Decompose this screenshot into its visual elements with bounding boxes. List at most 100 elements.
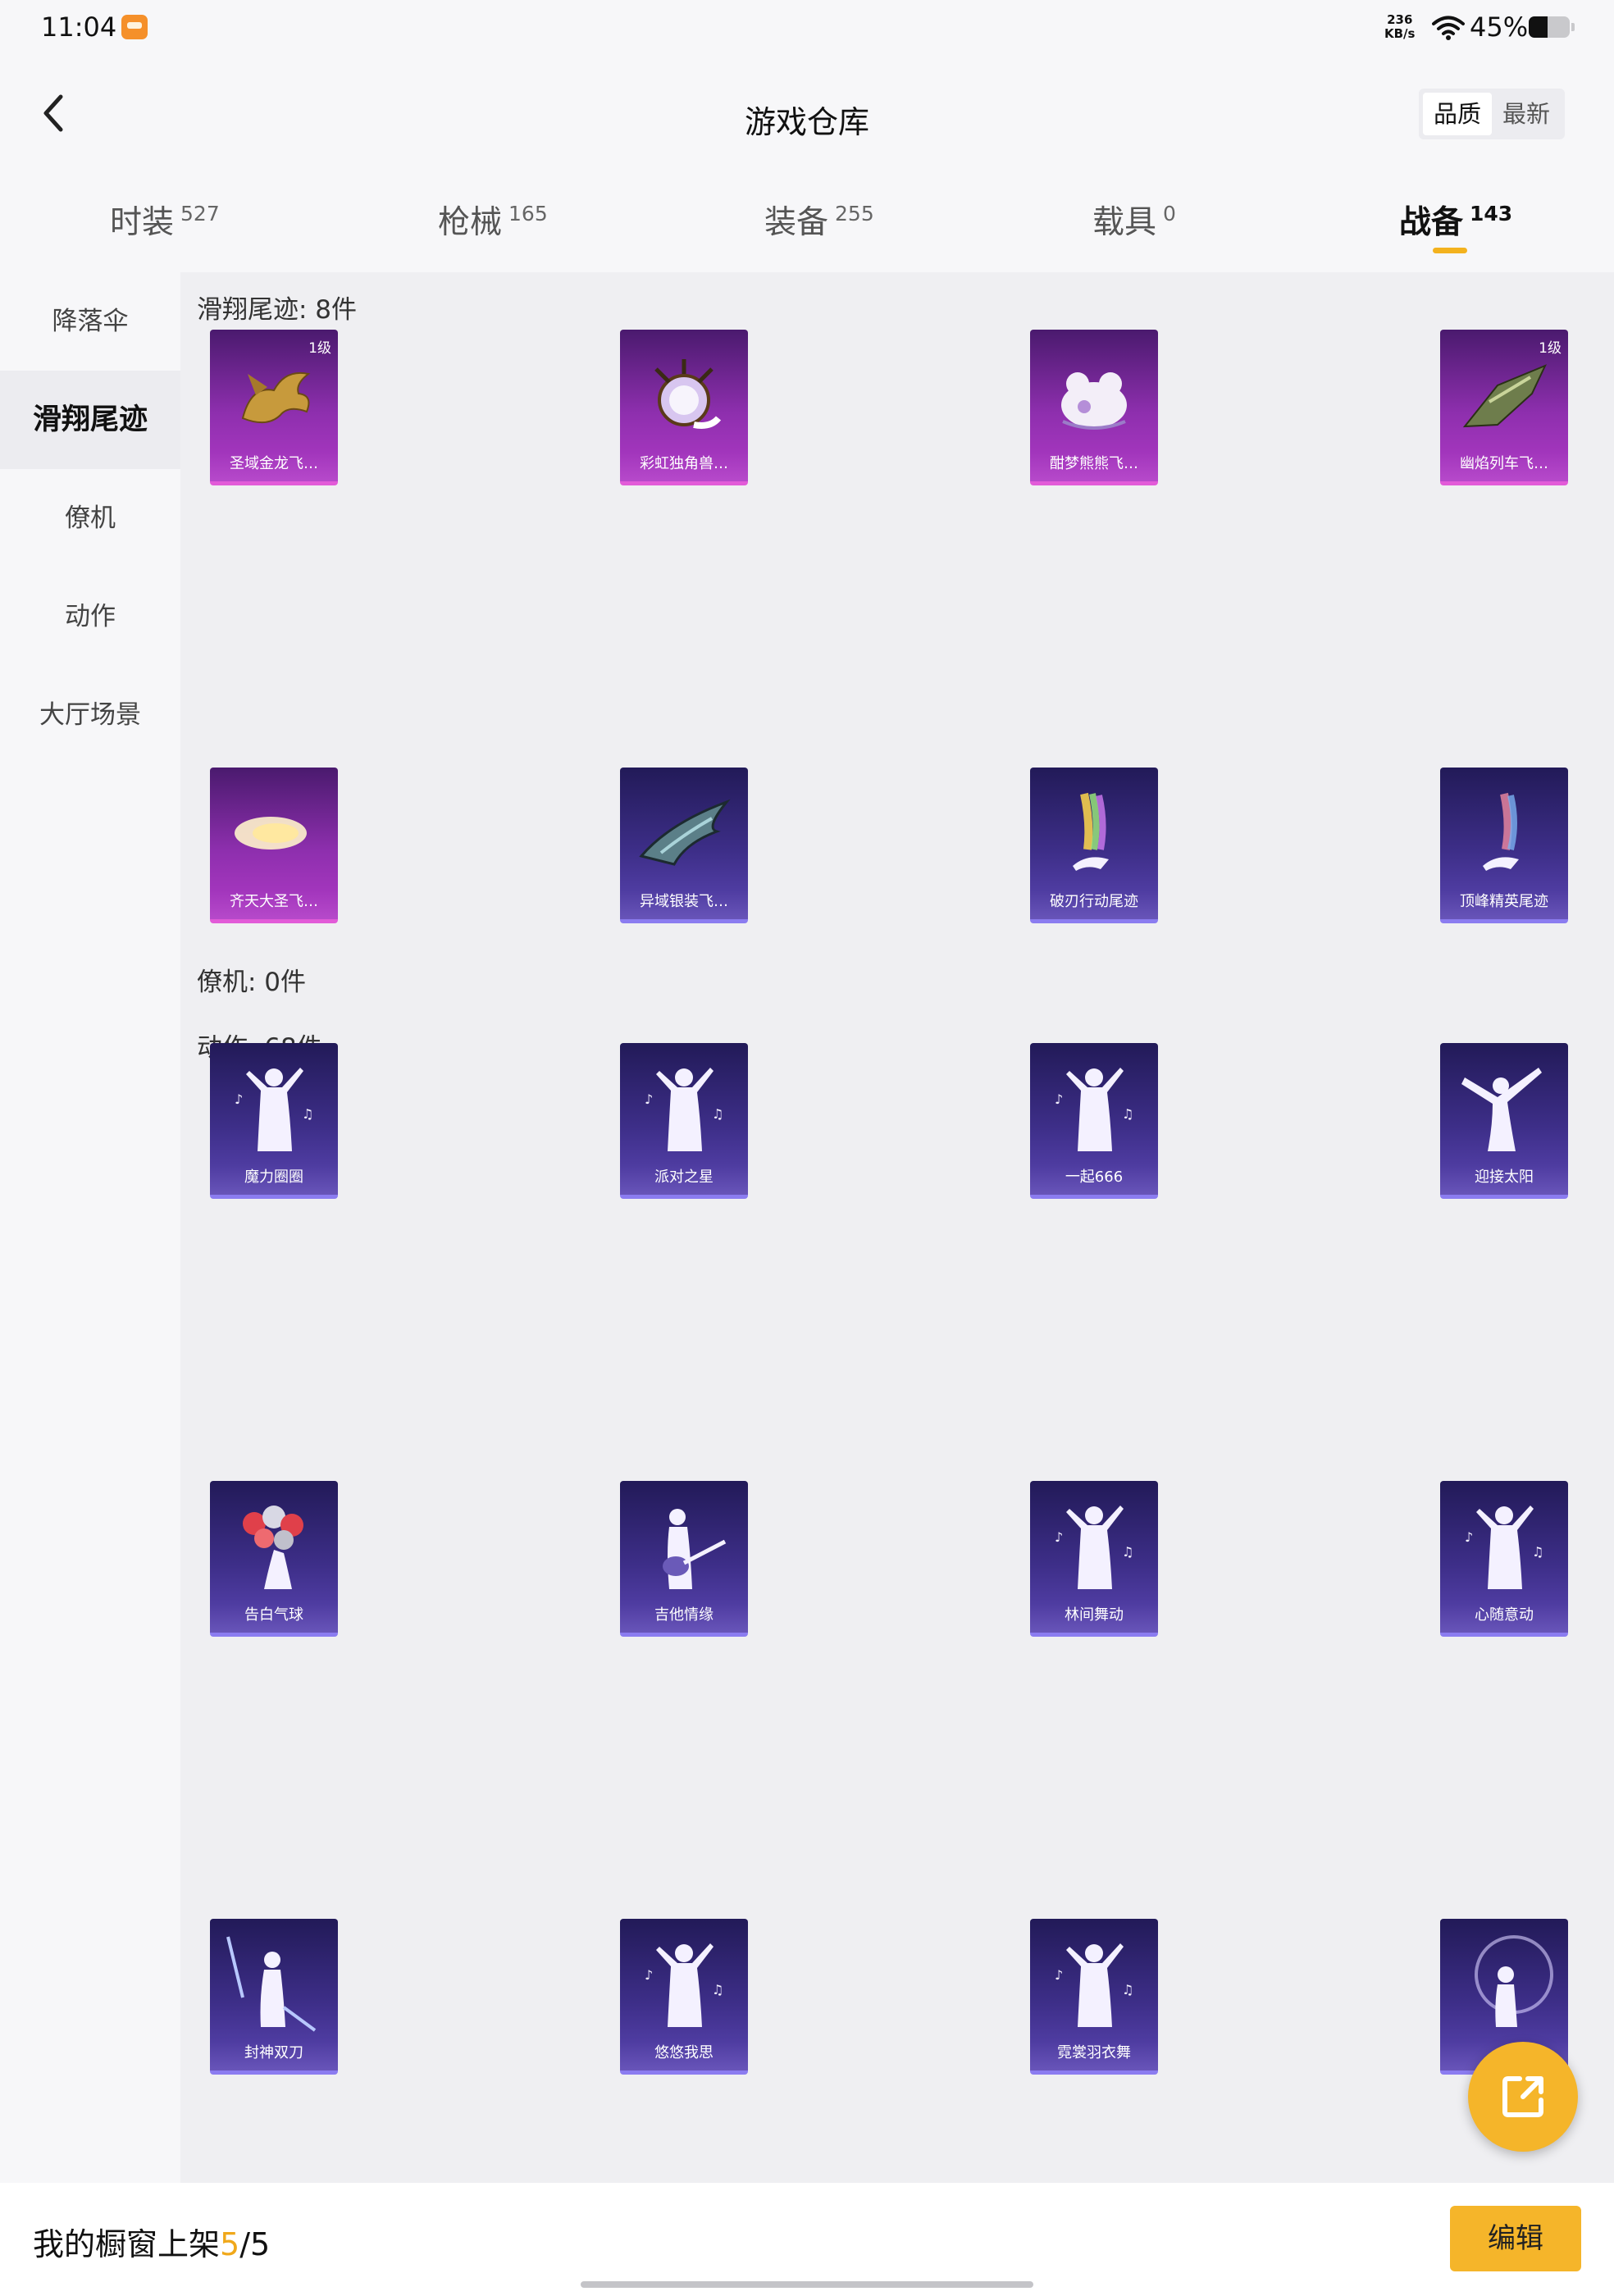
status-bar: 11:04 236 KB/s 45%	[0, 0, 1614, 57]
rainbow-unicorn-icon	[654, 359, 722, 429]
item-name: 幽焰列车飞…	[1460, 455, 1548, 472]
item-card[interactable]: ♪ ♫ 悠悠我思	[620, 1919, 748, 2075]
tab-fashion[interactable]: 时装 527	[110, 197, 220, 243]
item-card[interactable]: 迎接太阳	[1440, 1043, 1568, 1199]
item-name: 告白气球	[244, 1606, 303, 1624]
tab-label: 战备	[1399, 204, 1464, 241]
tab-label: 时装	[110, 204, 175, 241]
sort-quality-button[interactable]: 品质	[1423, 93, 1492, 135]
svg-text:♫: ♫	[1532, 1544, 1543, 1560]
svg-text:♪: ♪	[645, 1967, 653, 1983]
silver-wing-icon	[639, 799, 731, 866]
bottom-bar: 我的橱窗上架5/5 编辑	[0, 2183, 1614, 2296]
sidebar-item-emote[interactable]: 动作	[0, 567, 180, 666]
tab-vehicles[interactable]: 载具 0	[1092, 197, 1176, 243]
item-name: 破刃行动尾迹	[1050, 893, 1138, 910]
item-card[interactable]: 异域银装飞…	[620, 768, 748, 923]
tab-count: 0	[1163, 202, 1176, 226]
battery-fill	[1529, 16, 1548, 38]
tab-label: 载具	[1092, 204, 1157, 241]
battery-percent: 45%	[1470, 11, 1529, 43]
item-name: 彩虹独角兽…	[640, 455, 728, 472]
sort-toggle: 品质 最新	[1419, 89, 1565, 139]
category-tabs: 时装 527 枪械 165 装备 255 载具 0 战备 143	[0, 156, 1614, 272]
tab-weapons[interactable]: 枪械 165	[438, 197, 548, 243]
item-card[interactable]: ♪ ♫ 魔力圈圈	[210, 1043, 338, 1199]
share-icon	[1502, 2076, 1543, 2117]
active-tab-indicator	[1433, 248, 1467, 253]
twin-blades-pose-icon	[226, 1936, 317, 2032]
sort-latest-button[interactable]: 最新	[1492, 93, 1561, 135]
sleeping-bear-icon	[1061, 372, 1127, 430]
dance-pose-icon: ♪♫	[1055, 1068, 1133, 1151]
item-card[interactable]: ♪ ♫ 霓裳羽衣舞	[1030, 1919, 1158, 2075]
home-indicator	[581, 2281, 1033, 2288]
item-name: 魔力圈圈	[244, 1168, 303, 1186]
heart-balloons-icon	[243, 1506, 303, 1589]
item-card[interactable]: 1级 圣域金龙飞…	[210, 330, 338, 485]
item-name: 林间舞动	[1065, 1606, 1124, 1624]
item-card[interactable]: 顶峰精英尾迹	[1440, 768, 1568, 923]
dance-pose-icon: ♪♫	[1465, 1506, 1543, 1589]
svg-text:♫: ♫	[712, 1982, 723, 1998]
guitar-pose-icon	[663, 1509, 727, 1589]
edit-button[interactable]: 编辑	[1450, 2206, 1581, 2271]
sidebar-item-lobby-scene[interactable]: 大厅场景	[0, 666, 180, 764]
share-button[interactable]	[1468, 2042, 1578, 2152]
shelf-separator: /	[239, 2226, 251, 2262]
svg-text:♫: ♫	[1122, 1106, 1133, 1122]
tab-count: 165	[508, 202, 548, 226]
item-card[interactable]: ♪ ♫ 林间舞动	[1030, 1481, 1158, 1637]
bubble-pose-icon	[1475, 1935, 1553, 2027]
dab-pose-icon	[1461, 1068, 1542, 1151]
svg-text:♪: ♪	[235, 1091, 243, 1107]
shelf-current-count: 5	[220, 2226, 240, 2262]
svg-text:♪: ♪	[645, 1091, 653, 1107]
tab-combat-gear[interactable]: 战备 143	[1399, 197, 1512, 243]
item-level-badge: 1级	[308, 340, 331, 357]
item-card[interactable]: ♪ ♫ 派对之星	[620, 1043, 748, 1199]
dance-pose-icon: ♪♫	[1055, 1506, 1133, 1589]
elite-trail-icon	[1483, 792, 1519, 871]
status-time: 11:04	[41, 11, 117, 43]
category-sidebar: 降落伞 滑翔尾迹 僚机 动作 大厅场景	[0, 272, 180, 2183]
item-card[interactable]: ♪ ♫ 一起666	[1030, 1043, 1158, 1199]
item-name: 迎接太阳	[1475, 1168, 1534, 1186]
sidebar-item-glide-trail[interactable]: 滑翔尾迹	[0, 371, 180, 469]
tab-count: 255	[835, 202, 874, 226]
dance-pose-icon: ♪♫	[235, 1068, 313, 1151]
item-card[interactable]: 破刃行动尾迹	[1030, 768, 1158, 923]
network-speed-unit: KB/s	[1384, 26, 1416, 41]
shelf-status: 我的橱窗上架5/5	[33, 2219, 270, 2264]
svg-text:♫: ♫	[302, 1106, 313, 1122]
svg-text:♫: ♫	[1122, 1982, 1133, 1998]
item-card[interactable]: 告白气球	[210, 1481, 338, 1637]
item-name: 心随意动	[1475, 1606, 1534, 1624]
sidebar-item-wingman[interactable]: 僚机	[0, 469, 180, 567]
dance-pose-icon: ♪♫	[645, 1068, 723, 1151]
monkey-king-cloud-icon	[235, 817, 307, 850]
item-card[interactable]: 酣梦熊熊飞…	[1030, 330, 1158, 485]
item-name: 异域银装飞…	[640, 893, 728, 910]
rainbow-trail-icon	[1073, 792, 1109, 871]
item-level-badge: 1级	[1539, 340, 1562, 357]
network-speed-value: 236	[1387, 12, 1413, 27]
svg-text:♪: ♪	[1055, 1529, 1063, 1545]
item-card[interactable]: ♪ ♫ 心随意动	[1440, 1481, 1568, 1637]
tab-equipment[interactable]: 装备 255	[764, 197, 874, 243]
item-card[interactable]: 1级幽焰列车飞…	[1440, 330, 1568, 485]
item-name: 派对之星	[654, 1168, 714, 1186]
sidebar-item-parachute[interactable]: 降落伞	[0, 272, 180, 371]
item-name: 吉他情缘	[654, 1606, 714, 1624]
tab-label: 装备	[764, 204, 829, 241]
tab-label: 枪械	[438, 204, 503, 241]
item-card[interactable]: 齐天大圣飞…	[210, 768, 338, 923]
wifi-icon	[1432, 16, 1465, 40]
item-card[interactable]: 封神双刀	[210, 1919, 338, 2075]
page-title: 游戏仓库	[744, 104, 869, 140]
item-card[interactable]: 彩虹独角兽…	[620, 330, 748, 485]
item-card[interactable]: 吉他情缘	[620, 1481, 748, 1637]
battery-icon	[1529, 16, 1570, 38]
header: 游戏仓库 品质 最新	[0, 57, 1614, 156]
svg-text:♪: ♪	[1465, 1529, 1473, 1545]
